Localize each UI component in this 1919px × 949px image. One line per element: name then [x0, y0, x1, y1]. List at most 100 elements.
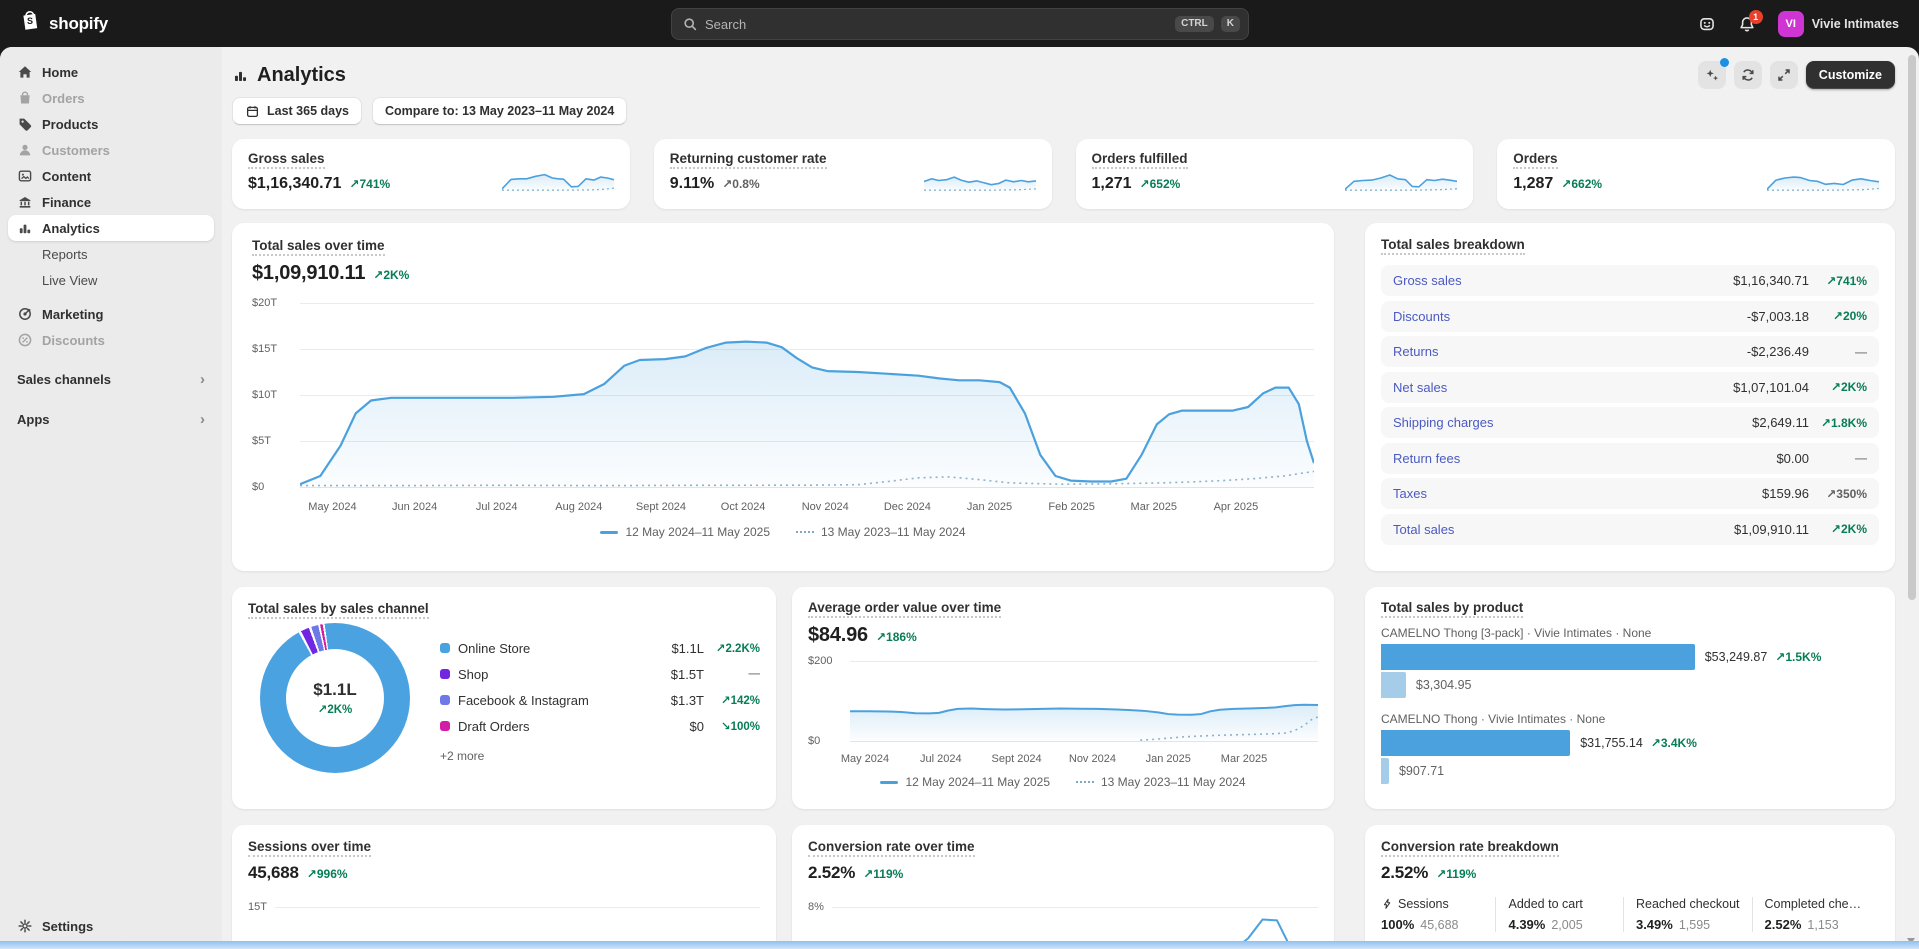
- svg-text:S: S: [27, 16, 33, 26]
- donut-center-value: $1.1L: [313, 680, 357, 699]
- sidebar-label: Discounts: [42, 332, 105, 348]
- sidebar-item-content[interactable]: Content: [8, 163, 214, 189]
- sidebar-item-analytics[interactable]: Analytics: [8, 215, 214, 241]
- y-tick-label: 8%: [808, 901, 824, 913]
- breakdown-delta: ↗1.8K%: [1820, 415, 1867, 430]
- sidebar-item-discounts[interactable]: Discounts: [8, 327, 214, 353]
- kpi-title-link[interactable]: Orders: [1513, 151, 1558, 169]
- magic-assistant-button[interactable]: [1697, 58, 1729, 89]
- sidebar-label: Orders: [42, 90, 85, 106]
- compare-button[interactable]: Compare to: 13 May 2023–11 May 2024: [372, 97, 628, 125]
- total-sales-line-chart: [300, 295, 1314, 487]
- donut-center-delta: ↗2K%: [317, 704, 353, 716]
- total-sales-plot: [300, 295, 1314, 495]
- store-avatar: VI: [1777, 10, 1804, 37]
- sidebar-item-products[interactable]: Products: [8, 111, 214, 137]
- breakdown-link[interactable]: Discounts: [1393, 309, 1450, 324]
- shopify-logo[interactable]: S shopify: [18, 9, 228, 38]
- kpi-delta: ↗0.8%: [722, 177, 760, 191]
- sidebar-item-marketing[interactable]: Marketing: [8, 301, 214, 327]
- funnel-delta: ↗119%: [1436, 867, 1477, 881]
- kpi-delta: ↗741%: [349, 177, 391, 191]
- date-range-button[interactable]: Last 365 days: [232, 97, 362, 125]
- expand-button[interactable]: [1769, 61, 1798, 89]
- breakdown-link[interactable]: Shipping charges: [1393, 415, 1493, 430]
- breakdown-delta: ↗2K%: [1830, 522, 1867, 536]
- card-title-link[interactable]: Total sales over time: [252, 238, 385, 256]
- more-channels-link[interactable]: +2 more: [440, 749, 760, 763]
- shortcut-ctrl: CTRL: [1175, 16, 1214, 32]
- card-title-link[interactable]: Total sales by product: [1381, 600, 1524, 618]
- chart-legend: 12 May 2024–11 May 2025 13 May 2023–11 M…: [252, 525, 1314, 539]
- kpi-card-orders-fulfilled: Orders fulfilled 1,271 ↗652%: [1075, 139, 1474, 209]
- card-title-link[interactable]: Average order value over time: [808, 600, 1002, 618]
- breakdown-value: $159.96: [1762, 486, 1809, 501]
- breakdown-row: Discounts -$7,003.18 ↗20%: [1381, 300, 1879, 332]
- kpi-title-link[interactable]: Orders fulfilled: [1091, 151, 1188, 169]
- sidebar-item-finance[interactable]: Finance: [8, 189, 214, 215]
- sidebar-item-settings[interactable]: Settings: [8, 913, 214, 939]
- card-title-link[interactable]: Sessions over time: [248, 839, 372, 857]
- y-tick-label: 15T: [248, 901, 267, 913]
- kpi-sparkline: [923, 166, 1036, 191]
- kpi-title-link[interactable]: Gross sales: [248, 151, 325, 169]
- card-title-link[interactable]: Total sales by sales channel: [248, 601, 429, 619]
- kpi-card-orders: Orders 1,287 ↗662%: [1497, 139, 1895, 209]
- sidebar-section-apps[interactable]: Apps ›: [8, 405, 214, 433]
- card-title-link[interactable]: Conversion rate breakdown: [1381, 839, 1559, 857]
- conversion-delta: ↗119%: [863, 867, 904, 881]
- breakdown-row: Total sales $1,09,910.11 ↗2K%: [1381, 513, 1879, 545]
- aov-delta: ↗186%: [875, 630, 917, 644]
- sidebar-label: Home: [42, 64, 79, 80]
- funnel-value: 2.52%: [1381, 863, 1429, 882]
- x-axis-labels: May 2024 Jun 2024 Jul 2024 Aug 2024 Sept…: [308, 501, 1259, 513]
- main-content: Analytics Customize Last 365 days Compar…: [222, 47, 1919, 949]
- sidebar-item-live-view[interactable]: Live View: [8, 267, 214, 293]
- scrollbar-thumb[interactable]: [1908, 55, 1916, 600]
- chart-legend: 12 May 2024–11 May 2025 13 May 2023–11 M…: [808, 775, 1318, 789]
- scrollbar-down-arrow[interactable]: [1907, 938, 1915, 944]
- store-menu[interactable]: VI Vivie Intimates: [1772, 8, 1905, 40]
- breakdown-link[interactable]: Net sales: [1393, 380, 1447, 395]
- kpi-value: $1,16,340.71: [248, 175, 342, 192]
- sessions-over-time-card: Sessions over time 45,688 ↗996% 15T: [232, 825, 776, 949]
- card-title-link[interactable]: Total sales breakdown: [1381, 237, 1525, 255]
- store-name: Vivie Intimates: [1811, 16, 1899, 31]
- discounts-icon: [17, 332, 33, 348]
- breakdown-link[interactable]: Gross sales: [1393, 273, 1462, 288]
- search-bar[interactable]: CTRL K: [671, 8, 1249, 40]
- brand-wordmark: shopify: [49, 13, 109, 33]
- breakdown-link[interactable]: Return fees: [1393, 451, 1460, 466]
- search-icon: [682, 16, 698, 32]
- sidekick-button[interactable]: [1692, 9, 1722, 39]
- customize-button[interactable]: Customize: [1805, 61, 1895, 89]
- breakdown-row: Returns -$2,236.49 —: [1381, 336, 1879, 367]
- new-feature-dot: [1719, 58, 1729, 67]
- breakdown-link[interactable]: Total sales: [1393, 522, 1454, 537]
- sidebar-section-sales-channels[interactable]: Sales channels ›: [8, 365, 214, 393]
- sidebar-item-reports[interactable]: Reports: [8, 241, 214, 267]
- sidebar-item-home[interactable]: Home: [8, 59, 214, 85]
- sidebar-item-orders[interactable]: Orders: [8, 85, 214, 111]
- search-input[interactable]: [705, 16, 1169, 32]
- refresh-button[interactable]: [1733, 61, 1762, 89]
- breakdown-value: $2,649.11: [1752, 415, 1809, 430]
- card-title-link[interactable]: Conversion rate over time: [808, 839, 975, 857]
- sessions-value: 45,688: [248, 863, 299, 882]
- product-name: CAMELNO Thong [3-pack] · Vivie Intimates…: [1381, 626, 1652, 640]
- topbar: S shopify CTRL K 1 VI Vivie Int: [0, 0, 1919, 47]
- breakdown-row: Net sales $1,07,101.04 ↗2K%: [1381, 371, 1879, 403]
- breakdown-link[interactable]: Returns: [1393, 344, 1439, 359]
- sidebar-item-customers[interactable]: Customers: [8, 137, 214, 163]
- notifications-button[interactable]: 1: [1732, 9, 1763, 39]
- sidebar-label: Content: [42, 168, 92, 184]
- home-icon: [17, 64, 33, 80]
- funnel-step-sessions: Sessions 100% 45,688: [1381, 897, 1459, 932]
- chevron-right-icon: ›: [200, 370, 205, 388]
- breakdown-link[interactable]: Taxes: [1393, 486, 1427, 501]
- breakdown-row: Gross sales $1,16,340.71 ↗741%: [1381, 265, 1879, 296]
- product-bar-current: [1381, 730, 1571, 756]
- kpi-title-link[interactable]: Returning customer rate: [669, 151, 827, 169]
- legend-current-swatch: [600, 530, 619, 534]
- legend-swatch: [440, 695, 450, 705]
